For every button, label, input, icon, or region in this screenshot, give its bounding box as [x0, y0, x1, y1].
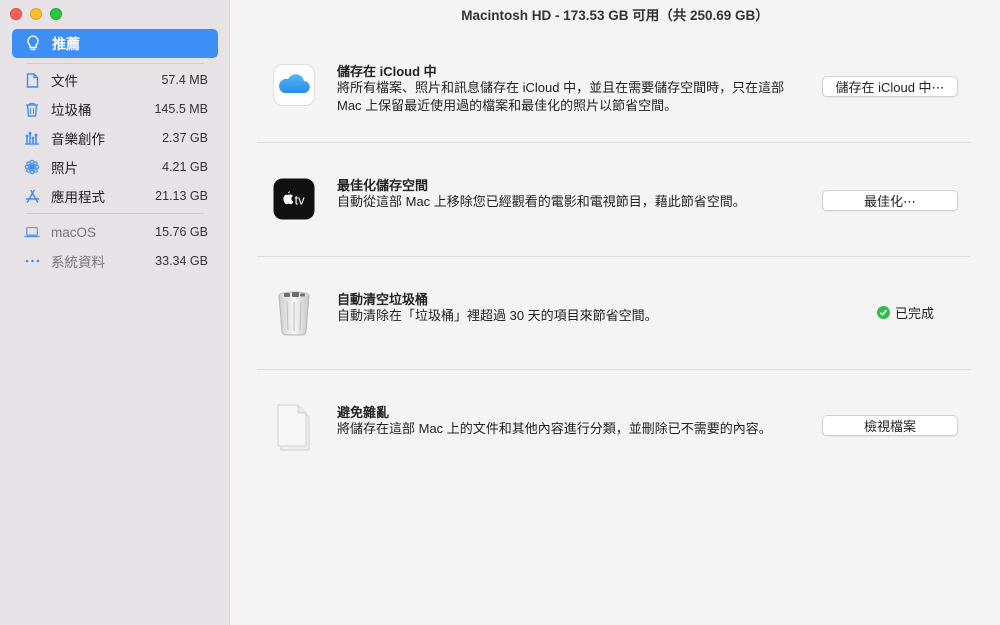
photos-icon	[24, 159, 40, 175]
recommendation-description: 自動從這部 Mac 上移除您已經觀看的電影和電視節目，藉此節省空間。	[337, 194, 746, 209]
zoom-window-button[interactable]	[50, 8, 62, 20]
sidebar-divider	[26, 213, 204, 214]
completed-status: 已完成	[877, 303, 934, 322]
sidebar-item-size: 2.37 GB	[162, 131, 208, 145]
checkmark-icon	[877, 306, 890, 319]
trash-bin-icon	[273, 290, 315, 336]
ellipsis-icon	[24, 253, 40, 269]
apple-tv-icon-text: tv	[295, 193, 306, 208]
status-label: 已完成	[895, 306, 935, 321]
sidebar-divider	[26, 63, 204, 64]
sidebar-item-size: 57.4 MB	[161, 73, 208, 87]
document-icon	[24, 72, 40, 88]
sidebar-item-size: 15.76 GB	[155, 225, 208, 239]
sidebar-item-music-creation[interactable]: 音樂創作 2.37 GB	[24, 127, 208, 149]
sidebar-item-applications[interactable]: 應用程式 21.13 GB	[24, 185, 208, 207]
sidebar-item-trash[interactable]: 垃圾桶 145.5 MB	[24, 98, 208, 120]
sidebar-item-size: 33.34 GB	[155, 254, 208, 268]
sidebar-item-size: 145.5 MB	[154, 102, 208, 116]
sidebar: 推薦 文件 57.4 MB 垃圾桶 145.5 MB 音樂創作 2.37 GB	[0, 0, 230, 625]
sidebar-item-label: 垃圾桶	[51, 103, 92, 118]
sidebar-item-recommendations[interactable]: 推薦	[12, 29, 218, 58]
recommendation-description: 將所有檔案、照片和訊息儲存在 iCloud 中，並且在需要儲存空間時，只在這部 …	[337, 80, 785, 113]
window-title: Macintosh HD - 173.53 GB 可用（共 250.69 GB）	[461, 8, 769, 23]
recommendation-optimize: tv 最佳化儲存空間 自動從這部 Mac 上移除您已經觀看的電影和電視節目，藉此…	[257, 142, 970, 256]
app-store-icon	[24, 188, 40, 204]
sidebar-item-label: 照片	[51, 161, 78, 176]
recommendation-reduce-clutter: 避免雜亂 將儲存在這部 Mac 上的文件和其他內容進行分類，並刪除已不需要的內容…	[257, 369, 970, 483]
sidebar-item-system-data[interactable]: 系統資料 33.34 GB	[24, 250, 208, 272]
recommendation-description: 自動清除在「垃圾桶」裡超過 30 天的項目來節省空間。	[337, 308, 658, 323]
sidebar-item-label: 系統資料	[51, 255, 105, 270]
music-creation-icon	[24, 130, 40, 146]
laptop-icon	[24, 224, 40, 240]
review-files-button[interactable]: 檢視檔案	[822, 415, 958, 436]
recommendations-panel: 儲存在 iCloud 中 將所有檔案、照片和訊息儲存在 iCloud 中，並且在…	[231, 28, 1000, 625]
minimize-window-button[interactable]	[30, 8, 42, 20]
store-in-icloud-button[interactable]: 儲存在 iCloud 中⋯	[822, 76, 958, 97]
recommendation-empty-trash: 自動清空垃圾桶 自動清除在「垃圾桶」裡超過 30 天的項目來節省空間。 已完成	[257, 256, 970, 370]
apple-tv-icon: tv	[273, 178, 315, 220]
sidebar-item-documents[interactable]: 文件 57.4 MB	[24, 69, 208, 91]
sidebar-item-label: macOS	[51, 224, 97, 240]
recommendation-title: 自動清空垃圾桶	[337, 292, 429, 307]
sidebar-item-label: 推薦	[52, 35, 80, 52]
lightbulb-icon	[24, 35, 42, 53]
document-stack-icon	[273, 399, 315, 451]
sidebar-item-label: 應用程式	[51, 190, 105, 205]
sidebar-item-photos[interactable]: 照片 4.21 GB	[24, 156, 208, 178]
storage-management-window: 推薦 文件 57.4 MB 垃圾桶 145.5 MB 音樂創作 2.37 GB	[0, 0, 1000, 625]
close-window-button[interactable]	[10, 8, 22, 20]
recommendation-description: 將儲存在這部 Mac 上的文件和其他內容進行分類，並刪除已不需要的內容。	[337, 421, 772, 436]
recommendation-title: 儲存在 iCloud 中	[337, 64, 437, 79]
sidebar-item-size: 21.13 GB	[155, 189, 208, 203]
sidebar-item-macos[interactable]: macOS 15.76 GB	[24, 221, 208, 243]
optimize-button[interactable]: 最佳化⋯	[822, 190, 958, 211]
window-controls	[10, 8, 62, 20]
recommendation-icloud: 儲存在 iCloud 中 將所有檔案、照片和訊息儲存在 iCloud 中，並且在…	[257, 28, 970, 142]
icloud-icon	[273, 64, 315, 106]
sidebar-item-label: 音樂創作	[51, 132, 105, 147]
trash-icon	[24, 101, 40, 117]
sidebar-item-size: 4.21 GB	[162, 160, 208, 174]
recommendation-title: 避免雜亂	[337, 405, 390, 420]
recommendation-title: 最佳化儲存空間	[337, 178, 429, 193]
sidebar-item-label: 文件	[51, 74, 78, 89]
